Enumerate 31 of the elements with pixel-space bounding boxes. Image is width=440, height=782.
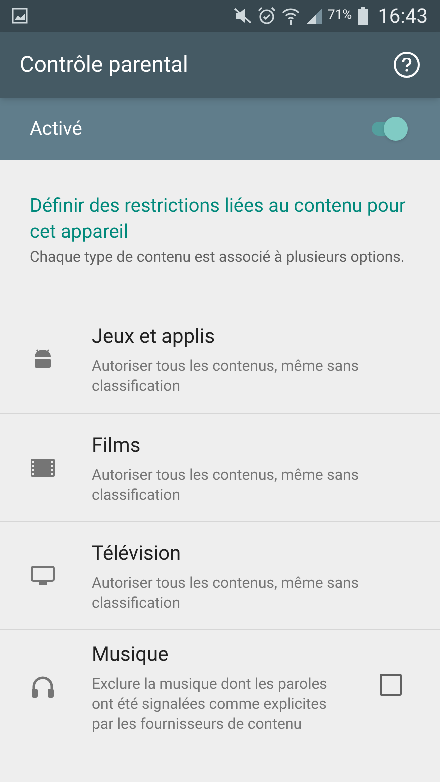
wifi-icon: [282, 7, 300, 25]
robot-icon: [32, 349, 54, 369]
headphones-icon: [31, 676, 55, 698]
toggle-switch[interactable]: [370, 117, 408, 141]
intro-description: Chaque type de contenu est associé à plusieurs options.: [30, 247, 406, 267]
app-bar-title: Contrôle parental: [20, 52, 190, 80]
row-title: Jeux et applis: [92, 323, 216, 350]
row-summary: Autoriser tous les contenus, même sans classification: [92, 572, 360, 612]
row-summary: Autoriser tous les contenus, même sans classification: [92, 356, 360, 396]
row-title: Films: [92, 432, 142, 458]
intro-heading: Définir des restrictions liées au contenu pour cet appareil: [30, 193, 407, 245]
film-icon: [31, 458, 55, 476]
monitor-icon: [31, 566, 55, 586]
master-switch-label: Activé: [30, 116, 84, 142]
settings-row[interactable]: Jeux et applis Autoriser tous les contenus, même sans classification: [0, 305, 440, 413]
row-title: Musique: [92, 641, 170, 668]
signal-icon: [306, 8, 322, 24]
row-summary: Autoriser tous les contenus, même sans classification: [92, 464, 360, 504]
clock-time: 16:43: [378, 3, 428, 30]
mute-icon: [234, 8, 252, 24]
settings-row[interactable]: Films Autoriser tous les contenus, même sans classification: [0, 413, 440, 521]
battery-icon: [358, 7, 368, 25]
settings-row[interactable]: Télévision Autoriser tous les contenus, même sans classification: [0, 521, 440, 629]
help-icon[interactable]: [394, 52, 420, 78]
row-summary: Exclure la musique dont les paroles ont été signalées comme explicites par les fournisseurs de contenu: [92, 674, 328, 734]
settings-row[interactable]: Musique Exclure la musique dont les paroles ont été signalées comme explicites par les fournisseurs de contenu: [0, 629, 440, 744]
alarm-icon: [258, 7, 276, 25]
checkbox[interactable]: [380, 674, 402, 696]
image-icon: [12, 8, 28, 24]
row-title: Télévision: [92, 540, 182, 566]
battery-percent: 71%: [328, 7, 352, 26]
